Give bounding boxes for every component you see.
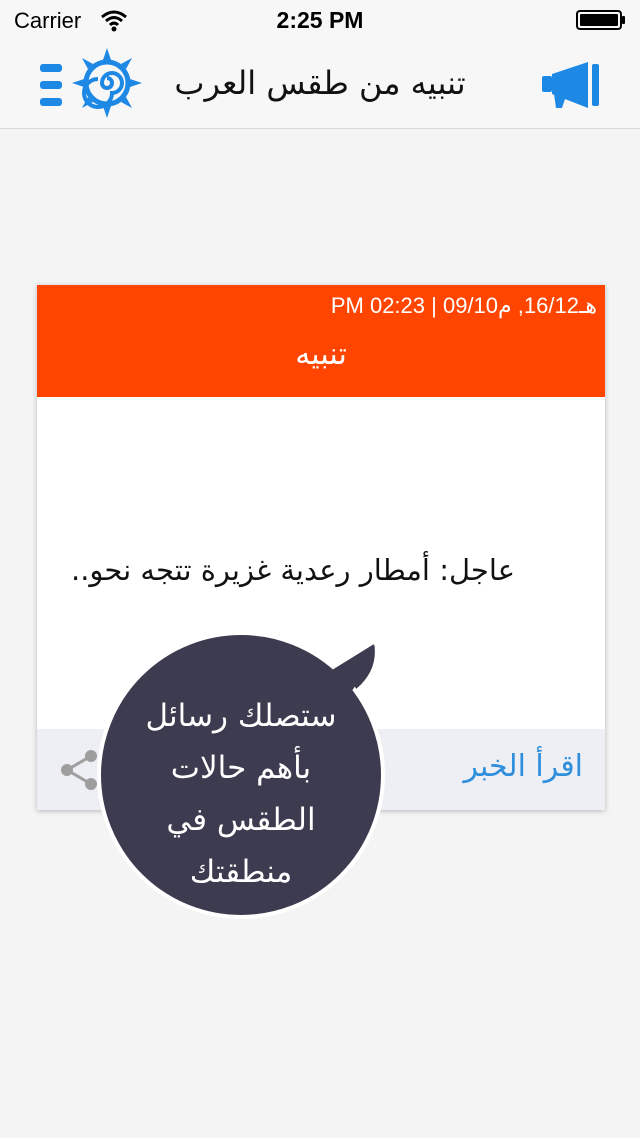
tooltip-line: الطقس في [166,802,316,838]
sun-spiral-logo [72,48,142,118]
tooltip-line: ستصلك رسائل [145,698,337,734]
alert-date: هـ16/12, م09/10 | 02:23 PM [330,293,597,318]
alert-card-header: هـ16/12, م09/10 | 02:23 PM تنبيه [37,285,605,397]
tooltip-line: منطقتك [189,854,293,890]
alert-message: عاجل: أمطار رعدية غزيرة تتجه نحو.. [71,553,515,587]
status-bar: Carrier 2:25 PM [0,0,640,42]
tooltip-text: ستصلك رسائل بأهم حالات الطقس في منطقتك [96,690,386,898]
battery-icon [576,10,625,30]
page-title: تنبيه من طقس العرب [174,64,466,102]
navigation-bar: تنبيه من طقس العرب [0,42,640,129]
menu-icon[interactable] [36,62,66,108]
read-more-link[interactable]: اقرأ الخبر [463,749,583,784]
status-time: 2:25 PM [276,7,364,33]
tooltip-line: بأهم حالات [170,750,312,786]
alert-title: تنبيه [295,337,347,372]
megaphone-icon[interactable] [540,60,600,110]
